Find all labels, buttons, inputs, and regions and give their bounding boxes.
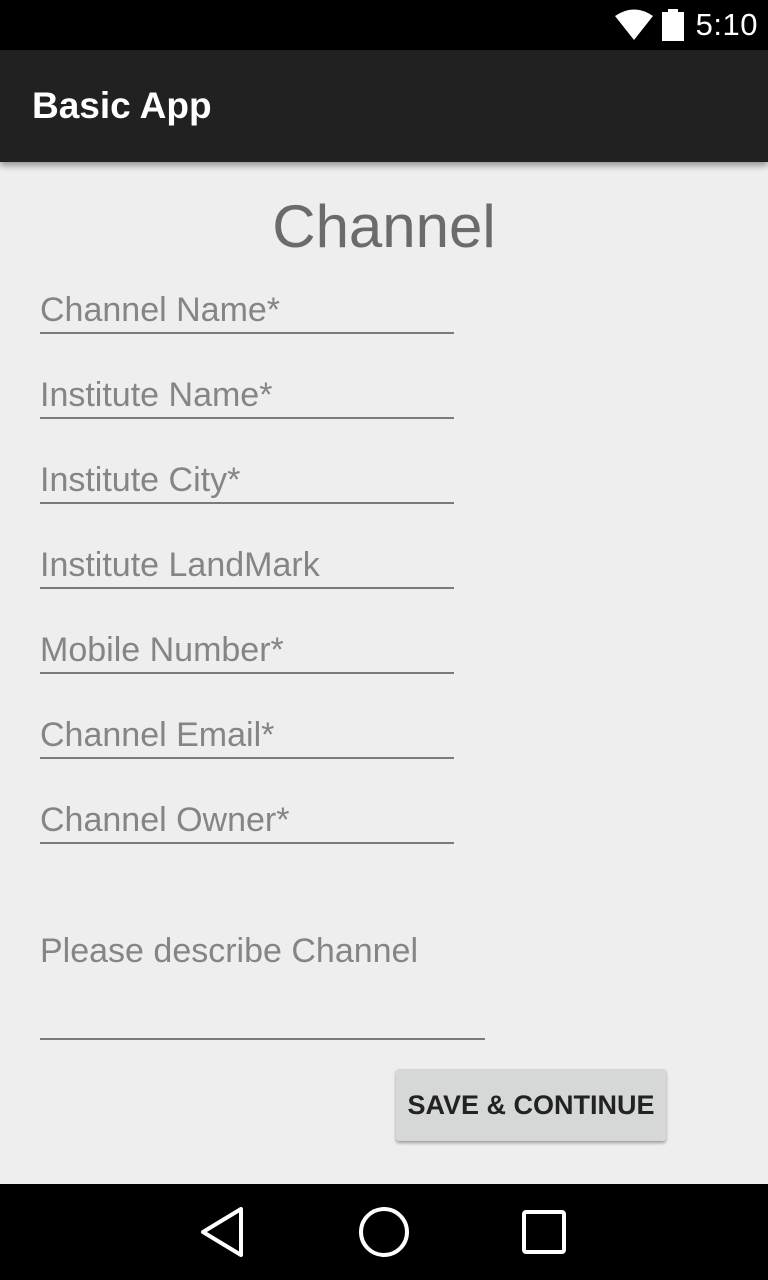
channel-owner-input[interactable] [40, 798, 454, 842]
channel-form: Channel SAVE & CONTINUE [0, 162, 768, 1184]
form-title: Channel [272, 193, 496, 260]
institute-landmark-field [40, 543, 454, 589]
wifi-icon [614, 9, 653, 40]
institute-name-field [40, 373, 454, 419]
back-icon [201, 1207, 243, 1257]
channel-name-input[interactable] [40, 288, 454, 332]
recents-button[interactable] [496, 1184, 592, 1280]
app-bar: Basic App [0, 50, 768, 162]
navigation-bar [0, 1184, 768, 1280]
channel-owner-field [40, 798, 454, 844]
channel-email-field [40, 713, 454, 759]
channel-description-field [40, 932, 485, 1040]
back-button[interactable] [174, 1184, 270, 1280]
mobile-number-input[interactable] [40, 628, 454, 672]
status-icons: 5:10 [614, 0, 758, 50]
channel-description-input[interactable] [40, 932, 485, 1032]
app-title: Basic App [32, 85, 212, 126]
save-continue-button[interactable]: SAVE & CONTINUE [396, 1069, 666, 1141]
institute-name-input[interactable] [40, 373, 454, 417]
institute-landmark-input[interactable] [40, 543, 454, 587]
home-icon [359, 1207, 409, 1257]
battery-icon [661, 9, 684, 41]
status-time: 5:10 [695, 7, 758, 42]
channel-name-field [40, 288, 454, 334]
institute-city-input[interactable] [40, 458, 454, 502]
recents-icon [522, 1210, 566, 1254]
mobile-number-field [40, 628, 454, 674]
institute-city-field [40, 458, 454, 504]
home-button[interactable] [336, 1184, 432, 1280]
status-bar: 5:10 [0, 0, 768, 50]
channel-email-input[interactable] [40, 713, 454, 757]
